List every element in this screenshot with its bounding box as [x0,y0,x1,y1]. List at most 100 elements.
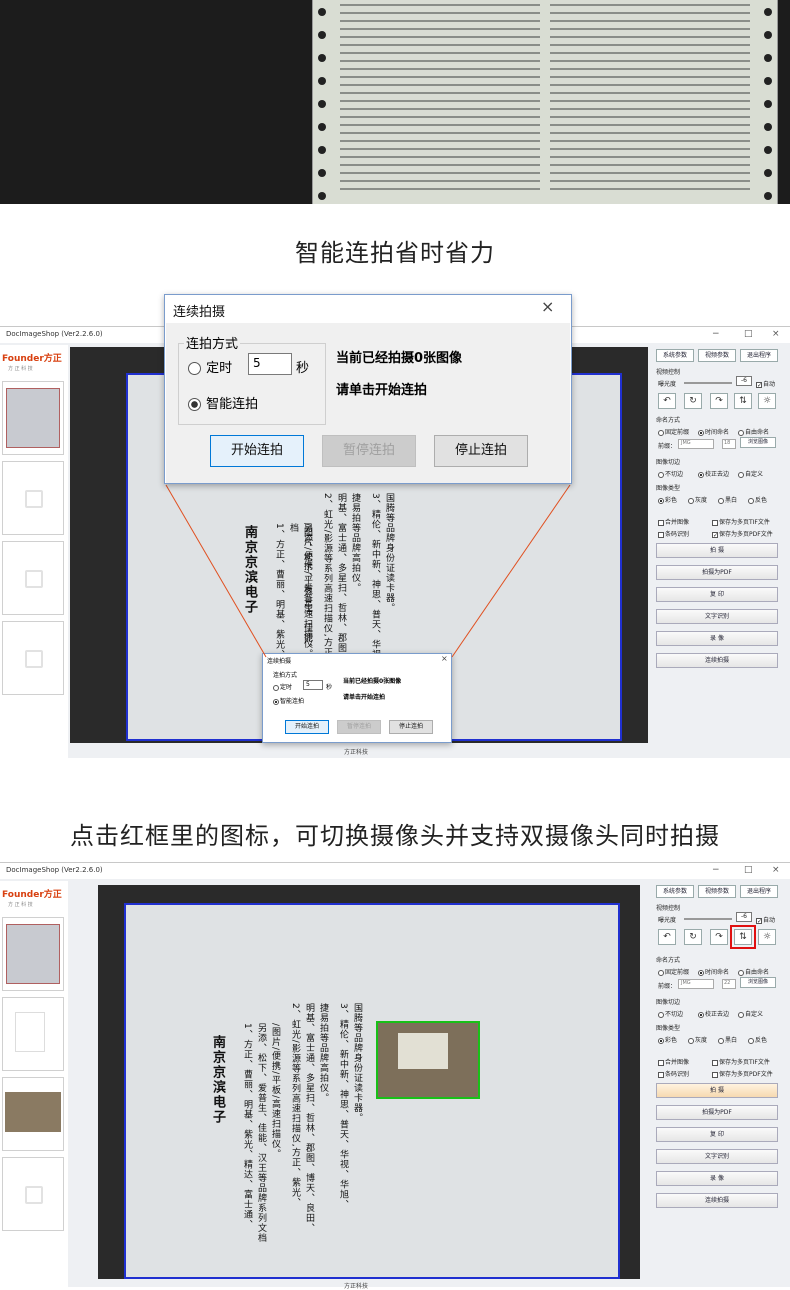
type-gray[interactable]: 灰度 [695,1037,707,1044]
exit-button[interactable]: 退出程序 [740,349,778,362]
exit-button[interactable]: 退出程序 [740,885,778,898]
rotate-left-icon[interactable]: ↶ [658,393,676,409]
dialog-close-icon[interactable]: × [541,297,554,316]
start-capture-button[interactable]: 开始连拍 [210,435,304,467]
continuous-capture-dialog: 连续拍摄 × 连拍方式 定时 5 秒 智能连拍 当前已经拍摄0张图像 请单击开始… [164,294,572,484]
naming-time[interactable]: 时间命名 [705,429,729,436]
capture-button[interactable]: 拍 摄 [656,1083,778,1098]
naming-free[interactable]: 自由命名 [745,969,769,976]
system-params-button[interactable]: 系统参数 [656,885,694,898]
rotate-right-icon[interactable]: ↷ [710,929,728,945]
scanned-document-photo [0,0,790,204]
capture-pdf-button[interactable]: 拍摄为PDF [656,565,778,580]
close-button[interactable]: × [772,865,780,875]
rotate-icon[interactable]: ↻ [684,393,702,409]
maximize-button[interactable]: □ [744,865,753,875]
capture-pdf-button[interactable]: 拍摄为PDF [656,1105,778,1120]
brightness-icon[interactable]: ☼ [758,393,776,409]
copy-button[interactable]: 复 印 [656,587,778,602]
prefix-label: 前缀： [658,443,677,450]
brightness-icon[interactable]: ☼ [758,929,776,945]
record-button[interactable]: 录 像 [656,631,778,646]
brand-subtitle: 方 正 科 技 [8,902,33,908]
text-line [550,164,750,166]
switch-camera-icon[interactable]: ⇅ [734,393,752,409]
save-tif-checkbox[interactable]: 保存为多页TIF文件 [719,519,770,526]
naming-time[interactable]: 时间命名 [705,969,729,976]
type-gray[interactable]: 灰度 [695,497,707,504]
naming-fixed[interactable]: 固定前缀 [665,969,689,976]
crop-custom[interactable]: 自定义 [745,1011,763,1018]
type-bw[interactable]: 黑白 [725,1037,737,1044]
browse-button[interactable]: 浏览图像 [740,977,776,988]
exposure-value[interactable]: -6 [736,376,752,386]
minimize-button[interactable]: − [712,865,720,875]
text-line [340,92,540,94]
crop-none[interactable]: 不切边 [665,471,683,478]
naming-free[interactable]: 自由命名 [745,429,769,436]
type-invert[interactable]: 反色 [755,1037,767,1044]
crop-none[interactable]: 不切边 [665,1011,683,1018]
type-color[interactable]: 彩色 [665,1037,677,1044]
auto-checkbox[interactable]: 自动 [763,917,775,924]
document-line-1: 1、方正、曹丽、明基、紫光、精达、富士通、 [242,1023,252,1230]
sprocket-hole [764,77,772,85]
stop-capture-button[interactable]: 停止连拍 [434,435,528,467]
dialog-title: 连续拍摄 [173,305,226,320]
thumbnail-1[interactable] [2,917,64,991]
barcode-checkbox[interactable]: 条码识别 [665,1071,689,1078]
text-line [340,44,540,46]
text-line [340,60,540,62]
pause-capture-button[interactable]: 暂停连拍 [322,435,416,467]
system-params-button[interactable]: 系统参数 [656,349,694,362]
exposure-value[interactable]: -6 [736,912,752,922]
exposure-slider[interactable] [684,382,732,384]
save-pdf-checkbox[interactable]: 保存为多页PDF文件 [719,531,773,538]
naming-fixed[interactable]: 固定前缀 [665,429,689,436]
crop-custom[interactable]: 自定义 [745,471,763,478]
continuous-capture-button[interactable]: 连续拍摄 [656,653,778,668]
thumbnail-3[interactable] [2,1077,64,1151]
barcode-checkbox[interactable]: 条码识别 [665,531,689,538]
crop-correct[interactable]: 校正去边 [705,1011,729,1018]
rotate-left-icon[interactable]: ↶ [658,929,676,945]
caption-smart-capture: 智能连拍省时省力 [295,239,495,267]
prefix-input[interactable]: JMG [678,979,714,989]
rotate-icon[interactable]: ↻ [684,929,702,945]
counter-input[interactable]: 18 [722,439,736,449]
seconds-input[interactable]: 5 [248,353,292,375]
switch-camera-highlight [730,925,756,949]
copy-button[interactable]: 复 印 [656,1127,778,1142]
thumbnail-4[interactable] [2,1157,64,1231]
thumbnail-2[interactable] [2,997,64,1071]
auto-checkbox[interactable]: 自动 [763,381,775,388]
rotate-right-icon[interactable]: ↷ [710,393,728,409]
text-line [340,68,540,70]
type-invert[interactable]: 反色 [755,497,767,504]
counter-input[interactable]: 22 [722,979,736,989]
type-bw[interactable]: 黑白 [725,497,737,504]
camera-preview[interactable]: 南京京滨电子 1、方正、曹丽、明基、紫光、精达、富士通、 另添、松下、爱普生、佳… [98,885,640,1279]
prefix-input[interactable]: JMG [678,439,714,449]
capture-button[interactable]: 拍 摄 [656,543,778,558]
browse-button[interactable]: 浏览图像 [740,437,776,448]
exposure-slider[interactable] [684,918,732,920]
text-line [340,4,540,6]
record-button[interactable]: 录 像 [656,1171,778,1186]
ocr-button[interactable]: 文字识别 [656,1149,778,1164]
video-params-button[interactable]: 视频参数 [698,885,736,898]
merge-checkbox[interactable]: 合并图像 [665,1059,689,1066]
second-camera-preview[interactable] [376,1021,480,1099]
continuous-capture-button[interactable]: 连续拍摄 [656,1193,778,1208]
smart-option[interactable]: 智能连拍 [206,397,258,412]
crop-correct[interactable]: 校正去边 [705,471,729,478]
naming-label: 命名方式 [656,417,681,424]
video-params-button[interactable]: 视频参数 [698,349,736,362]
merge-checkbox[interactable]: 合并图像 [665,519,689,526]
save-tif-checkbox[interactable]: 保存为多页TIF文件 [719,1059,770,1066]
ocr-button[interactable]: 文字识别 [656,609,778,624]
save-pdf-checkbox[interactable]: 保存为多页PDF文件 [719,1071,773,1078]
timed-option[interactable]: 定时 [206,361,232,376]
type-color[interactable]: 彩色 [665,497,677,504]
text-line [550,20,750,22]
